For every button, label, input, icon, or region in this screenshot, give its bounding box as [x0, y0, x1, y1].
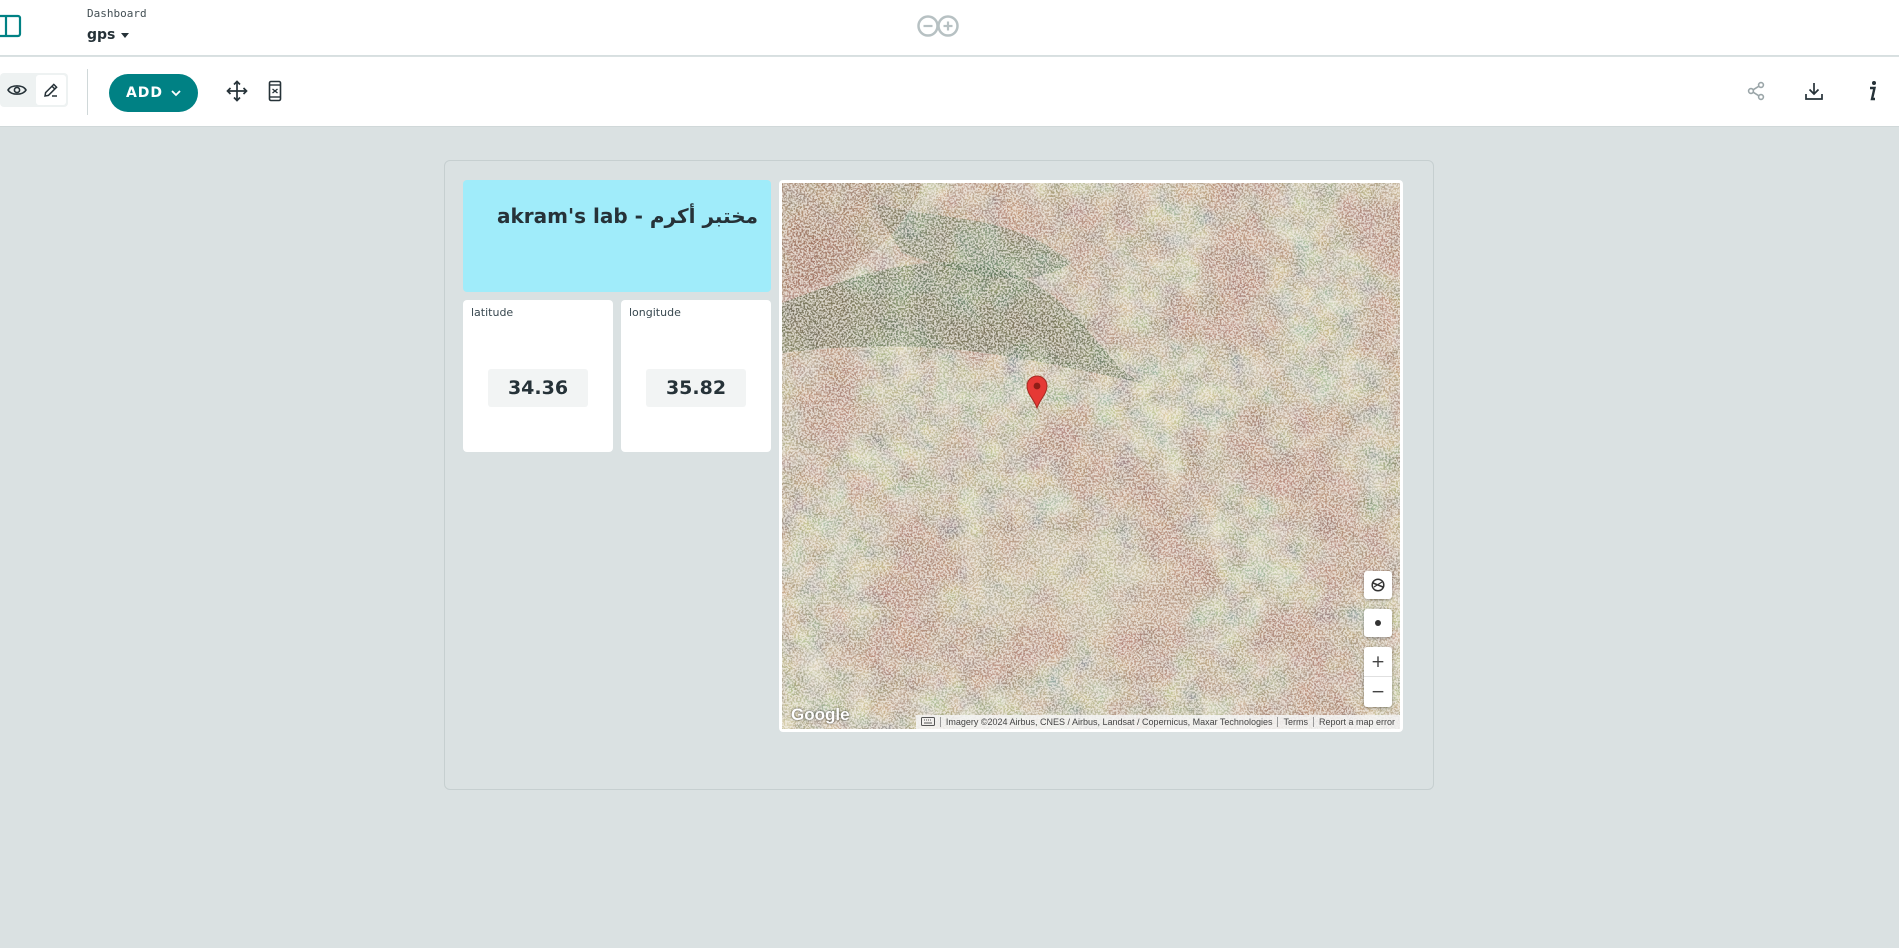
eye-icon	[7, 85, 27, 95]
map-attribution-bar: Imagery ©2024 Airbus, CNES / Airbus, Lan…	[915, 715, 1400, 729]
caret-down-icon	[121, 32, 130, 38]
zoom-out-button[interactable]: −	[1364, 677, 1392, 707]
latitude-label: latitude	[471, 306, 514, 319]
pencil-icon	[44, 83, 58, 97]
longitude-label: longitude	[629, 306, 681, 319]
view-edit-toggle	[0, 73, 68, 107]
top-header: Dashboard gps	[0, 0, 1899, 56]
map-layers-button[interactable]	[1364, 571, 1392, 599]
longitude-widget[interactable]: longitude 35.82	[621, 300, 771, 452]
toolbar-divider	[87, 69, 88, 115]
arduino-logo-icon	[916, 14, 962, 38]
zoom-controls: + −	[1364, 647, 1392, 707]
info-icon	[1870, 81, 1877, 101]
longitude-value: 35.82	[646, 369, 746, 407]
mobile-view-button[interactable]	[262, 78, 288, 104]
latitude-value: 34.36	[488, 369, 588, 407]
dashboard-board: akram's lab - مختبر أكرم latitude 34.36 …	[444, 160, 1434, 790]
add-widget-button[interactable]: ADD	[109, 74, 198, 112]
dashboard-name-dropdown[interactable]: gps	[87, 27, 130, 43]
arrange-widgets-button[interactable]	[224, 78, 250, 104]
location-dot-icon	[1375, 620, 1381, 626]
location-marker-icon[interactable]	[1025, 375, 1049, 410]
zoom-in-button[interactable]: +	[1364, 647, 1392, 677]
mobile-view-icon	[268, 80, 282, 102]
sidebar-toggle-icon[interactable]	[0, 14, 22, 38]
breadcrumb: Dashboard	[87, 7, 147, 20]
title-widget-text: akram's lab - مختبر أكرم	[497, 204, 759, 228]
latitude-widget[interactable]: latitude 34.36	[463, 300, 613, 452]
info-button[interactable]	[1859, 78, 1885, 104]
dashboard-name: gps	[87, 27, 116, 43]
dashboard-toolbar: ADD	[0, 57, 1899, 127]
satellite-map[interactable]: + − Google Imagery ©2024 Airbus, CNES / …	[782, 183, 1400, 729]
map-widget[interactable]: + − Google Imagery ©2024 Airbus, CNES / …	[779, 180, 1403, 732]
terms-link[interactable]: Terms	[1277, 717, 1313, 727]
download-button[interactable]	[1801, 78, 1827, 104]
report-map-error-link[interactable]: Report a map error	[1312, 717, 1400, 727]
share-icon	[1747, 81, 1765, 101]
download-icon	[1805, 83, 1823, 100]
imagery-attribution: Imagery ©2024 Airbus, CNES / Airbus, Lan…	[939, 717, 1278, 727]
globe-icon	[1371, 578, 1385, 592]
my-location-button[interactable]	[1364, 609, 1392, 637]
title-widget[interactable]: akram's lab - مختبر أكرم	[463, 180, 771, 292]
chevron-down-icon	[171, 89, 181, 96]
edit-mode-button[interactable]	[36, 75, 66, 105]
google-logo: Google	[791, 705, 850, 724]
share-button[interactable]	[1743, 78, 1769, 104]
move-arrows-icon	[226, 80, 248, 102]
satellite-imagery	[782, 183, 1400, 729]
add-button-label: ADD	[125, 85, 164, 101]
view-mode-button[interactable]	[0, 73, 34, 107]
keyboard-shortcuts-icon[interactable]	[916, 716, 940, 728]
